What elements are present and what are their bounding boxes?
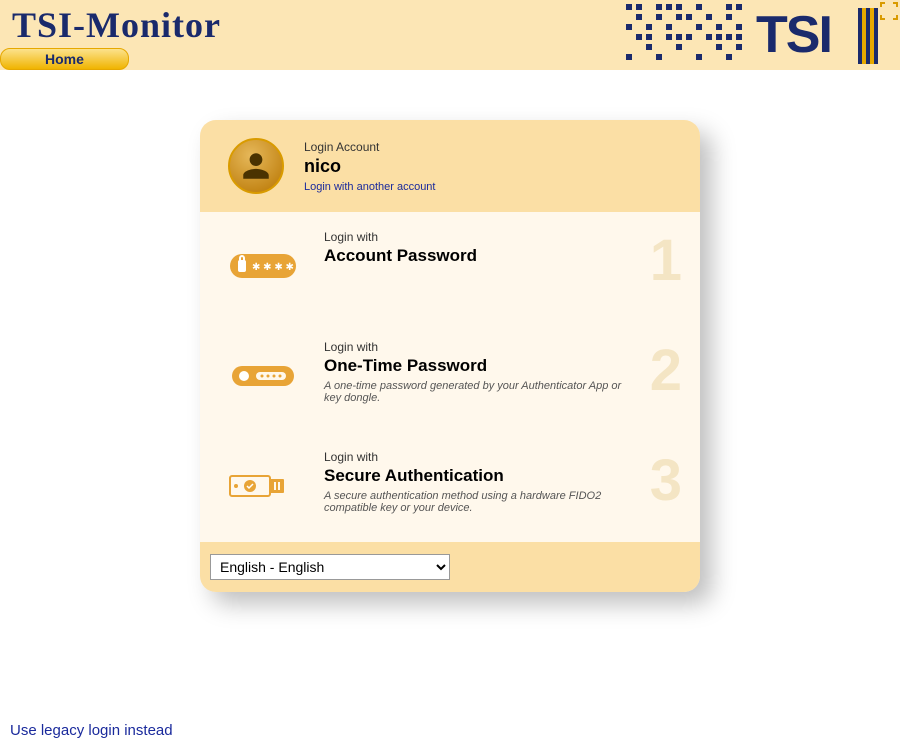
method-body: Login with Secure Authentication A secur… bbox=[324, 450, 672, 514]
legacy-login-link[interactable]: Use legacy login instead bbox=[10, 722, 173, 739]
switch-account-link[interactable]: Login with another account bbox=[304, 181, 435, 193]
method-description: A secure authentication method using a h… bbox=[324, 490, 632, 514]
method-number: 2 bbox=[650, 342, 682, 400]
method-number: 1 bbox=[650, 232, 682, 290]
method-secure-auth[interactable]: Login with Secure Authentication A secur… bbox=[200, 432, 700, 542]
login-card: Login Account nico Login with another ac… bbox=[200, 120, 700, 592]
avatar bbox=[228, 138, 284, 194]
language-select[interactable]: English - English bbox=[210, 554, 450, 580]
method-prefix: Login with bbox=[324, 340, 632, 354]
card-footer: English - English bbox=[200, 542, 700, 592]
svg-text:TSI: TSI bbox=[756, 6, 831, 64]
login-methods: ✱ ✱ ✱ ✱ ✱ Login with Account Password 1 bbox=[200, 212, 700, 542]
method-body: Login with Account Password bbox=[324, 230, 672, 266]
method-title: One-Time Password bbox=[324, 356, 632, 376]
method-title: Account Password bbox=[324, 246, 632, 266]
method-body: Login with One-Time Password A one-time … bbox=[324, 340, 672, 404]
app-header: TSI-Monitor Home bbox=[0, 0, 900, 70]
login-account-label: Login Account bbox=[304, 140, 435, 154]
account-info: Login Account nico Login with another ac… bbox=[304, 140, 435, 193]
method-title: Secure Authentication bbox=[324, 466, 632, 486]
username-display: nico bbox=[304, 156, 435, 177]
security-key-icon bbox=[228, 466, 298, 506]
method-otp[interactable]: Login with One-Time Password A one-time … bbox=[200, 322, 700, 432]
header-logo: TSI bbox=[626, 2, 896, 68]
method-prefix: Login with bbox=[324, 230, 632, 244]
svg-text:✱ ✱ ✱ ✱ ✱: ✱ ✱ ✱ ✱ ✱ bbox=[252, 262, 298, 273]
otp-icon bbox=[228, 356, 298, 396]
card-header: Login Account nico Login with another ac… bbox=[200, 120, 700, 212]
method-number: 3 bbox=[650, 452, 682, 510]
password-icon: ✱ ✱ ✱ ✱ ✱ bbox=[228, 246, 298, 286]
nav-bar: Home bbox=[0, 48, 129, 70]
method-description: A one-time password generated by your Au… bbox=[324, 380, 632, 404]
nav-home-link[interactable]: Home bbox=[0, 48, 129, 70]
fullscreen-icon[interactable] bbox=[880, 2, 898, 20]
method-password[interactable]: ✱ ✱ ✱ ✱ ✱ Login with Account Password 1 bbox=[200, 212, 700, 322]
method-prefix: Login with bbox=[324, 450, 632, 464]
user-icon bbox=[239, 149, 273, 183]
